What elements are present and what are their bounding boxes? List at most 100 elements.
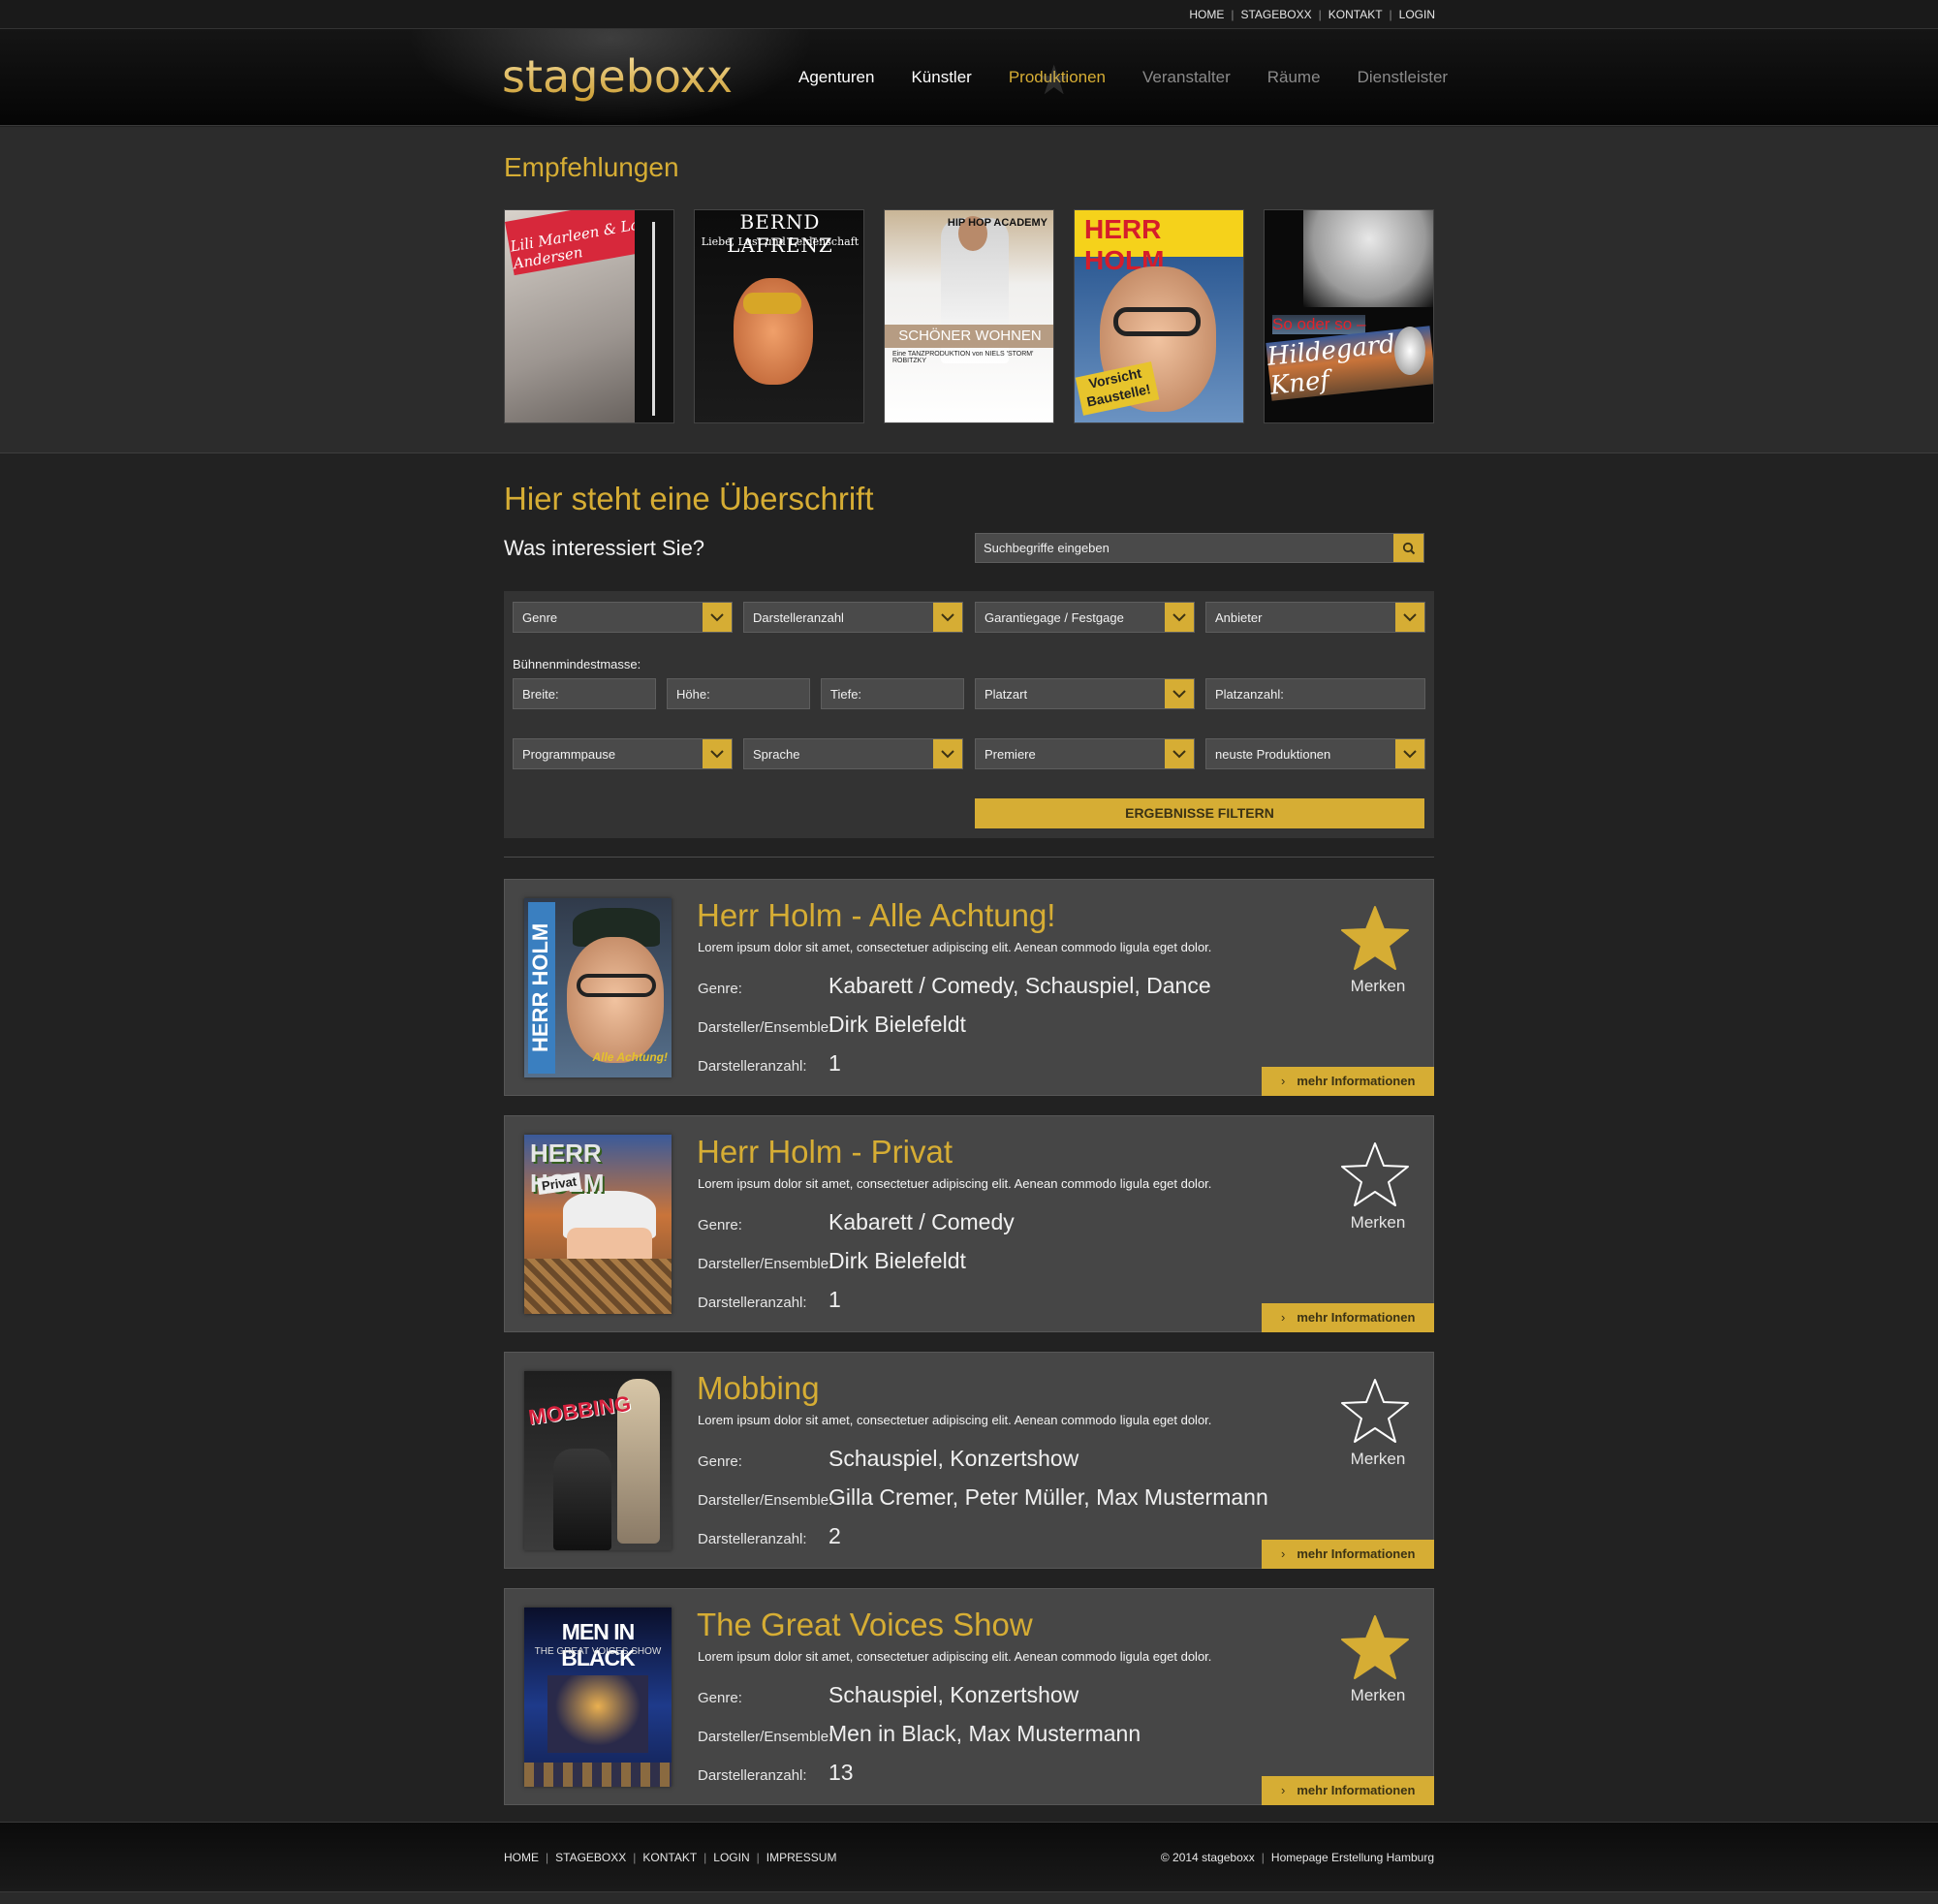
premiere-select[interactable]: Premiere [975, 738, 1195, 769]
glasses-graphic [1113, 307, 1201, 336]
stageboxx-logo[interactable]: stageboxx [502, 50, 733, 103]
poster-hildegard-knef[interactable]: So oder so – Hildegard Knef [1264, 209, 1434, 423]
nav-dienstleister[interactable]: Dienstleister [1358, 68, 1449, 87]
result-title[interactable]: Herr Holm - Privat [697, 1134, 953, 1170]
breite-input[interactable] [514, 679, 655, 708]
count-value: 13 [828, 1760, 854, 1785]
result-thumbnail[interactable]: HERR HOLM Privat [524, 1135, 672, 1314]
anbieter-select[interactable]: Anbieter [1205, 602, 1425, 633]
footer-link-login[interactable]: LOGIN [713, 1851, 749, 1864]
result-thumbnail[interactable]: MOBBING [524, 1371, 672, 1550]
credit-link[interactable]: Homepage Erstellung Hamburg [1271, 1851, 1434, 1864]
filter-results-button[interactable]: ERGEBNISSE FILTERN [975, 798, 1424, 828]
chevron-down-icon [1403, 749, 1417, 758]
programmpause-select[interactable]: Programmpause [513, 738, 733, 769]
thumb-subtitle: THE GREAT VOICES SHOW [534, 1646, 662, 1657]
microphone-graphic [1394, 327, 1425, 375]
star-outline-icon[interactable] [1340, 1141, 1410, 1207]
platzanzahl-field [1205, 678, 1425, 709]
search-input[interactable] [976, 534, 1394, 562]
platzanzahl-input[interactable] [1206, 679, 1424, 708]
footer-link-impressum[interactable]: IMPRESSUM [766, 1851, 837, 1864]
main-nav: Agenturen Künstler ★ Produktionen Veranst… [798, 57, 1485, 103]
genre-value: Kabarett / Comedy, Schauspiel, Dance [828, 973, 1211, 998]
poster-title: BERND LAFRENZ [727, 210, 833, 257]
poster-subtitle: Liebe, Lust und Leidenschaft [701, 235, 860, 248]
top-link-home[interactable]: HOME [1189, 8, 1224, 21]
platzart-select[interactable]: Platzart [975, 678, 1195, 709]
merken-label: Merken [1350, 1450, 1406, 1468]
result-title[interactable]: The Great Voices Show [697, 1607, 1033, 1643]
nav-produktionen[interactable]: ★ Produktionen [1008, 57, 1107, 103]
poster-badge: HIP HOP ACADEMY [947, 217, 1047, 229]
more-info-button[interactable]: › mehr Informationen [1262, 1776, 1434, 1805]
sort-select[interactable]: neuste Produktionen [1205, 738, 1425, 769]
star-filled-icon[interactable] [1340, 1614, 1410, 1680]
count-value: 2 [828, 1523, 841, 1548]
nav-veranstalter[interactable]: Veranstalter [1142, 68, 1231, 87]
merken-label: Merken [1350, 1686, 1406, 1704]
result-description: Lorem ipsum dolor sit amet, consectetuer… [698, 1413, 1212, 1427]
result-description: Lorem ipsum dolor sit amet, consectetuer… [698, 1176, 1212, 1191]
section-divider [504, 857, 1434, 858]
result-title[interactable]: Mobbing [697, 1370, 820, 1407]
result-description: Lorem ipsum dolor sit amet, consectetuer… [698, 1649, 1212, 1664]
poster-bernd-lafrenz[interactable]: BERND LAFRENZ Liebe, Lust und Leidenscha… [694, 209, 864, 423]
recommendations-section: Empfehlungen Lili Marleen & Lale Anderse… [0, 127, 1938, 453]
sprache-select[interactable]: Sprache [743, 738, 963, 769]
page-heading: Hier steht eine Überschrift [504, 481, 874, 516]
genre-value: Schauspiel, Konzertshow [828, 1682, 1079, 1707]
top-links: HOME | STAGEBOXX | KONTAKT | LOGIN [1189, 8, 1435, 21]
top-link-login[interactable]: LOGIN [1399, 8, 1435, 21]
poster-lili-marleen[interactable]: Lili Marleen & Lale Andersen [504, 209, 674, 423]
footer-link-home[interactable]: HOME [504, 1851, 539, 1864]
tiefe-input[interactable] [822, 679, 963, 708]
hoehe-field [667, 678, 810, 709]
result-thumbnail[interactable]: HERR HOLM Alle Achtung! [524, 898, 672, 1077]
result-card: MEN IN BLACK THE GREAT VOICES SHOW The G… [504, 1588, 1434, 1805]
chevron-down-icon [710, 612, 724, 621]
merken-label: Merken [1350, 1213, 1406, 1232]
genre-value: Kabarett / Comedy [828, 1209, 1015, 1234]
gage-select[interactable]: Garantiegage / Festgage [975, 602, 1195, 633]
footer-copyright: © 2014 stageboxx | Homepage Erstellung Ham… [1160, 1851, 1434, 1864]
poster-schoener-wohnen[interactable]: HIP HOP ACADEMY SCHÖNER WOHNEN Eine TANZ… [884, 209, 1054, 423]
nav-raeume[interactable]: Räume [1267, 68, 1321, 87]
chevron-right-icon: › [1281, 1074, 1286, 1088]
star-filled-icon[interactable] [1340, 905, 1410, 971]
copyright-text: © 2014 stageboxx [1160, 1851, 1255, 1864]
result-description: Lorem ipsum dolor sit amet, consectetuer… [698, 940, 1212, 954]
chevron-down-icon [941, 612, 954, 621]
footer-links: HOME | STAGEBOXX | KONTAKT | LOGIN | IMPRESS… [504, 1851, 837, 1864]
search-subheading: Was interessiert Sie? [504, 536, 705, 560]
mask-graphic [743, 293, 801, 314]
chevron-down-icon [1172, 689, 1186, 698]
result-title[interactable]: Herr Holm - Alle Achtung! [697, 897, 1055, 934]
search-icon [1402, 542, 1415, 554]
nav-agenturen[interactable]: Agenturen [798, 68, 874, 87]
genre-select[interactable]: Genre [513, 602, 733, 633]
nav-kuenstler[interactable]: Künstler [911, 68, 971, 87]
search-box [975, 533, 1424, 563]
footer-link-stageboxx[interactable]: STAGEBOXX [555, 1851, 626, 1864]
footer-link-kontakt[interactable]: KONTAKT [642, 1851, 697, 1864]
count-value: 1 [828, 1287, 841, 1312]
nav-produktionen-label: Produktionen [1008, 68, 1107, 86]
more-info-button[interactable]: › mehr Informationen [1262, 1540, 1434, 1569]
top-link-kontakt[interactable]: KONTAKT [1328, 8, 1383, 21]
result-card: HERR HOLM Privat Herr Holm - Privat Lore… [504, 1115, 1434, 1332]
chevron-down-icon [1172, 612, 1186, 621]
hoehe-input[interactable] [668, 679, 809, 708]
more-info-button[interactable]: › mehr Informationen [1262, 1303, 1434, 1332]
chevron-right-icon: › [1281, 1310, 1286, 1325]
top-link-stageboxx[interactable]: STAGEBOXX [1240, 8, 1311, 21]
top-utility-bar: HOME | STAGEBOXX | KONTAKT | LOGIN [0, 0, 1938, 29]
search-button[interactable] [1393, 534, 1423, 562]
more-info-button[interactable]: › mehr Informationen [1262, 1067, 1434, 1096]
darstelleranzahl-select[interactable]: Darstelleranzahl [743, 602, 963, 633]
poster-herr-holm[interactable]: HERR HOLM Vorsicht Baustelle! [1074, 209, 1244, 423]
result-thumbnail[interactable]: MEN IN BLACK THE GREAT VOICES SHOW [524, 1607, 672, 1787]
star-outline-icon[interactable] [1340, 1378, 1410, 1444]
ensemble-value: Men in Black, Max Mustermann [828, 1721, 1141, 1746]
chevron-down-icon [1403, 612, 1417, 621]
